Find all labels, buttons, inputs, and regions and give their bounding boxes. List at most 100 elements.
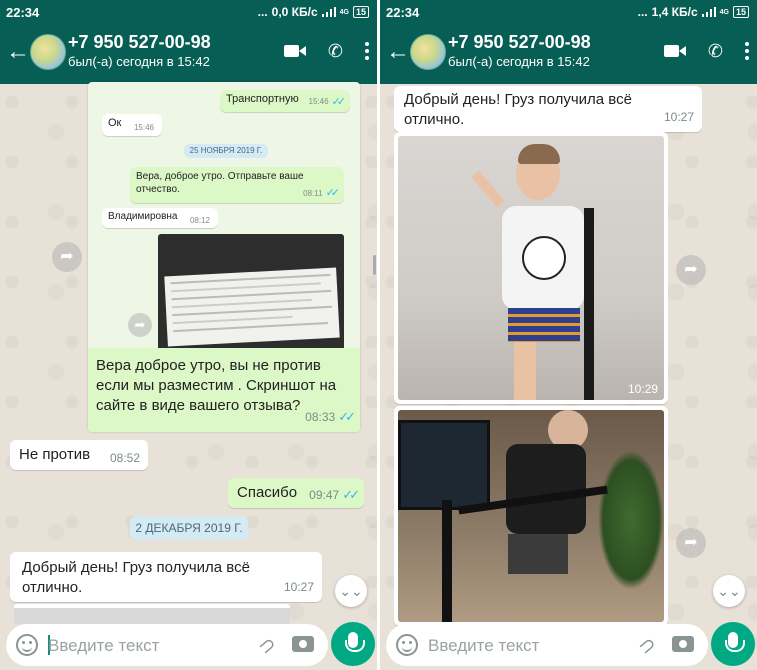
embedded-msg-transportnuyu: Транспортную 15:46 ✓✓ bbox=[220, 90, 350, 112]
contact-name[interactable]: +7 950 527-00-98 bbox=[448, 32, 591, 53]
header-actions: ✆ bbox=[663, 42, 749, 60]
signal-icon bbox=[701, 7, 716, 17]
caption-text: Вера доброе утро, вы не против если мы р… bbox=[96, 357, 337, 414]
forward-icon[interactable]: ➦ bbox=[128, 313, 152, 337]
status-speed: 1,4 КБ/с bbox=[651, 5, 698, 19]
last-seen: был(-а) сегодня в 15:42 bbox=[448, 54, 590, 69]
signal-icon bbox=[321, 7, 336, 17]
message-spasibo[interactable]: Спасибо 09:47 ✓✓ bbox=[228, 478, 364, 508]
paperclip-icon[interactable]: ⊃ bbox=[633, 631, 662, 661]
message-text: Спасибо bbox=[237, 484, 298, 501]
embedded-msg-ok: Ок 15:46 bbox=[102, 114, 162, 136]
message-time: 10:27 bbox=[283, 580, 314, 594]
status-dots: ... bbox=[257, 5, 268, 19]
chat-header: ← +7 950 527-00-98 был(-а) сегодня в 15:… bbox=[0, 26, 377, 84]
network-type: 4G bbox=[339, 8, 349, 16]
message-input-placeholder[interactable]: Введите текст bbox=[428, 636, 539, 656]
battery-icon: 15 bbox=[732, 6, 749, 18]
emoji-icon[interactable] bbox=[396, 634, 418, 656]
microphone-icon[interactable] bbox=[331, 622, 375, 666]
back-arrow-icon[interactable]: ← bbox=[6, 40, 30, 64]
last-seen: был(-а) сегодня в 15:42 bbox=[68, 54, 210, 69]
message-input-bar[interactable]: Введите текст ⊃ bbox=[386, 624, 708, 666]
photo-time: 10:29 bbox=[627, 382, 658, 396]
menu-dots-icon[interactable] bbox=[745, 42, 749, 60]
back-arrow-icon[interactable]: ← bbox=[386, 40, 410, 64]
photo-boy-room bbox=[398, 410, 664, 622]
message-time: 09:47 bbox=[309, 488, 340, 502]
embedded-msg-otchestvo: Вера, доброе утро. Отправьте ваше отчест… bbox=[130, 167, 344, 203]
message-input-bar[interactable]: Введите текст ⊃ bbox=[6, 624, 328, 666]
message-text: Не против bbox=[19, 446, 91, 463]
status-bar: 22:34 ... 1,4 КБ/с 4G 15 bbox=[380, 0, 757, 26]
header-actions: ✆ bbox=[283, 42, 369, 60]
embedded-screenshot-message[interactable]: Транспортную 15:46 ✓✓ Ок 15:46 25 НОЯБРЯ … bbox=[88, 82, 360, 432]
image-message-2[interactable] bbox=[394, 406, 668, 626]
embedded-msg-vladimirovna: Владимировна 08:12 bbox=[102, 208, 218, 228]
status-speed: 0,0 КБ/с bbox=[271, 5, 318, 19]
chat-panel-right: 22:34 ... 1,4 КБ/с 4G 15 ← +7 950 527-00… bbox=[380, 0, 757, 670]
forward-icon[interactable]: ➦ bbox=[676, 255, 706, 285]
message-meta: 08:33 ✓✓ bbox=[305, 407, 356, 427]
battery-icon: 15 bbox=[352, 6, 369, 18]
chat-panel-left: 22:34 ... 0,0 КБ/с 4G 15 ← +7 950 527-00… bbox=[0, 0, 377, 670]
phone-icon[interactable]: ✆ bbox=[708, 42, 723, 60]
receipt-paper bbox=[164, 267, 340, 347]
embedded-msg-time: 15:46 bbox=[133, 123, 154, 132]
contact-avatar[interactable] bbox=[30, 34, 66, 70]
message-ne-protiv[interactable]: Не против 08:52 bbox=[10, 440, 148, 470]
status-right: ... 0,0 КБ/с 4G 15 bbox=[258, 5, 369, 19]
paperclip-icon[interactable]: ⊃ bbox=[253, 631, 282, 661]
menu-dots-icon[interactable] bbox=[365, 42, 369, 60]
double-check-icon: ✓✓ bbox=[342, 487, 360, 502]
double-check-icon: ✓✓ bbox=[338, 409, 356, 424]
status-right: ... 1,4 КБ/с 4G 15 bbox=[638, 5, 749, 19]
video-call-icon[interactable] bbox=[663, 44, 686, 58]
embedded-msg-text: Транспортную bbox=[226, 93, 299, 105]
date-pill: 2 ДЕКАБРЯ 2019 Г. bbox=[130, 516, 248, 540]
contact-avatar[interactable] bbox=[410, 34, 446, 70]
embedded-msg-meta: 08:11 ✓✓ bbox=[303, 187, 341, 200]
image-message-1[interactable]: 10:29 bbox=[394, 132, 668, 404]
image-message-partial[interactable] bbox=[14, 604, 290, 624]
double-check-icon: ✓✓ bbox=[325, 187, 341, 199]
caption-message[interactable]: Вера доброе утро, вы не против если мы р… bbox=[88, 348, 360, 432]
network-type: 4G bbox=[719, 8, 729, 16]
document-photo bbox=[158, 234, 344, 350]
message-dobryi-den[interactable]: Добрый день! Груз получила всё отлично. … bbox=[10, 552, 322, 602]
message-input-placeholder[interactable]: Введите текст bbox=[48, 636, 159, 656]
message-meta: 09:47 ✓✓ bbox=[309, 487, 360, 503]
status-time: 22:34 bbox=[6, 5, 40, 20]
microphone-icon[interactable] bbox=[711, 622, 755, 666]
message-time: 10:27 bbox=[663, 110, 694, 124]
camera-icon[interactable] bbox=[672, 636, 694, 652]
embedded-msg-time: 08:11 bbox=[303, 189, 323, 198]
status-time: 22:34 bbox=[386, 5, 420, 20]
scrollbar[interactable] bbox=[373, 255, 376, 275]
status-bar: 22:34 ... 0,0 КБ/с 4G 15 bbox=[0, 0, 377, 26]
emoji-icon[interactable] bbox=[16, 634, 38, 656]
phone-icon[interactable]: ✆ bbox=[328, 42, 343, 60]
embedded-msg-meta: 15:46 ✓✓ bbox=[308, 95, 347, 108]
message-dobryi-den[interactable]: Добрый день! Груз получила всё отлично. … bbox=[394, 86, 702, 132]
embedded-msg-time: 08:12 bbox=[189, 216, 210, 225]
embedded-msg-text: Владимировна bbox=[108, 211, 178, 222]
embedded-msg-text: Вера, доброе утро. Отправьте ваше отчест… bbox=[136, 171, 304, 195]
photo-boy-scooter bbox=[398, 136, 664, 400]
embedded-msg-text: Ок bbox=[108, 117, 122, 129]
camera-icon[interactable] bbox=[292, 636, 314, 652]
chat-header: ← +7 950 527-00-98 был(-а) сегодня в 15:… bbox=[380, 26, 757, 84]
embedded-msg-time: 15:46 bbox=[308, 97, 329, 106]
message-text: Добрый день! Груз получила всё отлично. bbox=[404, 91, 632, 128]
forward-icon[interactable]: ➦ bbox=[676, 528, 706, 558]
contact-name[interactable]: +7 950 527-00-98 bbox=[68, 32, 211, 53]
scroll-down-icon[interactable]: ⌄⌄ bbox=[335, 575, 367, 607]
forward-icon[interactable]: ➦ bbox=[52, 242, 82, 272]
video-call-icon[interactable] bbox=[283, 44, 306, 58]
double-check-icon: ✓✓ bbox=[331, 96, 347, 108]
status-dots: ... bbox=[637, 5, 648, 19]
message-time: 08:52 bbox=[109, 451, 140, 465]
scroll-down-icon[interactable]: ⌄⌄ bbox=[713, 575, 745, 607]
message-text: Добрый день! Груз получила всё отлично. bbox=[22, 559, 250, 596]
screenshot-composite: 22:34 ... 0,0 КБ/с 4G 15 ← +7 950 527-00… bbox=[0, 0, 757, 670]
